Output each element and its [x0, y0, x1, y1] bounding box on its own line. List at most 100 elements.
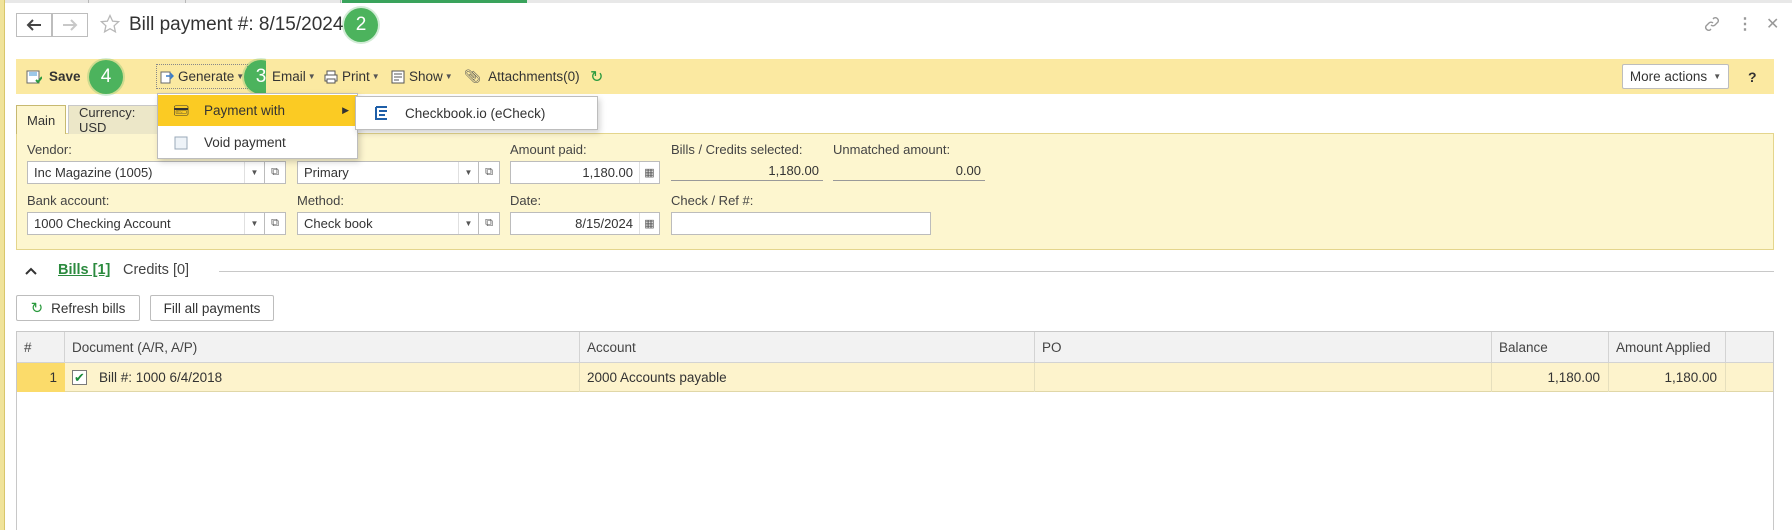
unmatched-value: 0.00: [833, 161, 985, 181]
left-edge-bar: [0, 0, 5, 530]
section-divider: [219, 271, 1774, 272]
date-field[interactable]: 8/15/2024 ▦: [510, 212, 660, 235]
column-header-document[interactable]: Document (A/R, A/P): [65, 332, 580, 363]
printer-icon: [324, 70, 338, 83]
menu-item-payment-with[interactable]: 💳︎ Payment with ▶: [158, 95, 357, 126]
checkbook-icon: [356, 105, 405, 121]
more-actions-label: More actions: [1629, 69, 1708, 84]
submenu-arrow-icon: ▶: [342, 105, 349, 115]
tab-credits[interactable]: Credits [0]: [123, 262, 189, 278]
tab-separator: [185, 0, 186, 3]
step-badge: 2: [344, 8, 378, 42]
refresh-icon: ↻: [30, 300, 44, 317]
dropdown-arrow-icon[interactable]: ▼: [244, 213, 264, 234]
row-amount-applied[interactable]: 1,180.00: [1609, 363, 1726, 392]
generate-button[interactable]: Generate ▼: [156, 64, 249, 89]
generate-icon: [160, 71, 174, 83]
column-header-amount-applied[interactable]: Amount Applied: [1609, 332, 1726, 363]
email-label: Email: [272, 69, 306, 84]
tab-bills[interactable]: Bills [1]: [58, 262, 110, 278]
back-button[interactable]: [16, 13, 52, 37]
tab-separator: [88, 0, 89, 3]
print-button[interactable]: Print ▼: [324, 59, 380, 94]
save-label: Save: [49, 69, 81, 84]
refresh-bills-label: Refresh bills: [51, 300, 126, 316]
row-po[interactable]: [1035, 363, 1492, 392]
open-method-icon[interactable]: ⧉: [478, 212, 500, 235]
column-header-account[interactable]: Account: [580, 332, 1035, 363]
more-actions-button[interactable]: More actions ▼: [1622, 64, 1729, 89]
help-button[interactable]: ?: [1748, 59, 1757, 94]
row-document: Bill #: 1000 6/4/2018: [99, 370, 223, 385]
open-vendor-icon[interactable]: ⧉: [264, 161, 286, 184]
column-header-number[interactable]: #: [17, 332, 65, 363]
close-icon[interactable]: ✕: [1766, 14, 1779, 34]
method-value: Check book: [304, 216, 373, 231]
row-number: 1: [17, 363, 65, 392]
attachments-label: Attachments(0): [488, 69, 580, 84]
date-value: 8/15/2024: [575, 216, 633, 231]
method-label: Method:: [297, 193, 344, 208]
dropdown-arrow-icon[interactable]: ▼: [244, 162, 264, 183]
refresh-bills-button[interactable]: ↻ Refresh bills: [16, 295, 140, 321]
vendor-label: Vendor:: [27, 142, 72, 157]
caret-down-icon: ▼: [1713, 72, 1722, 81]
date-label: Date:: [510, 193, 542, 208]
menu-item-void-payment[interactable]: Void payment: [158, 127, 357, 158]
row-balance: 1,180.00: [1492, 363, 1609, 392]
method-field[interactable]: Check book ▼: [297, 212, 479, 235]
bills-selected-value: 1,180.00: [671, 161, 823, 181]
void-payment-label: Void payment: [204, 135, 286, 150]
row-account[interactable]: 2000 Accounts payable: [580, 363, 1035, 392]
paperclip-icon: 📎︎: [464, 68, 482, 84]
save-button[interactable]: Save: [26, 59, 81, 94]
page-title: Bill payment #: 8/15/2024: [129, 14, 344, 35]
amount-paid-field[interactable]: 1,180.00 ▦: [510, 161, 660, 184]
show-icon: [391, 70, 405, 83]
check-ref-label: Check / Ref #:: [671, 193, 754, 208]
vendor-value: Inc Magazine (1005): [34, 165, 153, 180]
payment-with-submenu[interactable]: Checkbook.io (eCheck): [355, 96, 598, 130]
tab-currency[interactable]: Currency: USD: [68, 105, 164, 134]
checkbook-label: Checkbook.io (eCheck): [405, 105, 546, 121]
check-ref-field[interactable]: [671, 212, 931, 235]
column-header-po[interactable]: PO: [1035, 332, 1492, 363]
row-checkbox[interactable]: ✔: [72, 370, 87, 385]
payment-icon: 💳︎: [172, 102, 190, 118]
dropdown-arrow-icon[interactable]: ▼: [458, 162, 478, 183]
show-button[interactable]: Show ▼: [391, 59, 453, 94]
amount-paid-value: 1,180.00: [582, 165, 633, 180]
open-bank-account-icon[interactable]: ⧉: [264, 212, 286, 235]
payment-with-label: Payment with: [204, 103, 286, 118]
step-badge: 4: [89, 60, 123, 94]
show-label: Show: [409, 69, 443, 84]
active-window-tab[interactable]: [342, 0, 527, 3]
column-header-balance[interactable]: Balance: [1492, 332, 1609, 363]
open-contact-icon[interactable]: ⧉: [478, 161, 500, 184]
calculator-icon[interactable]: ▦: [639, 162, 659, 183]
forward-button[interactable]: [52, 13, 88, 37]
email-button[interactable]: Email ▼: [266, 59, 316, 94]
caret-down-icon: ▼: [444, 72, 453, 81]
vendor-field[interactable]: Inc Magazine (1005) ▼: [27, 161, 265, 184]
bank-account-value: 1000 Checking Account: [34, 216, 171, 231]
collapse-chevron-icon[interactable]: [24, 264, 38, 281]
tab-main[interactable]: Main: [16, 105, 66, 134]
bank-account-field[interactable]: 1000 Checking Account ▼: [27, 212, 265, 235]
calendar-icon[interactable]: ▦: [639, 213, 659, 234]
link-icon[interactable]: [1704, 16, 1720, 37]
refresh-icon[interactable]: ↻: [590, 59, 603, 94]
contact-field[interactable]: Primary ▼: [297, 161, 479, 184]
generate-label: Generate: [178, 69, 235, 84]
attachments-button[interactable]: 📎︎ Attachments(0): [464, 59, 580, 94]
dropdown-arrow-icon[interactable]: ▼: [458, 213, 478, 234]
save-icon: [26, 70, 42, 83]
window-tab-strip: [0, 0, 1792, 3]
favorite-star-icon[interactable]: [99, 13, 121, 37]
fill-all-payments-button[interactable]: Fill all payments: [150, 295, 274, 321]
row-document-cell[interactable]: ✔ Bill #: 1000 6/4/2018: [65, 363, 580, 392]
more-menu-icon[interactable]: ⋮: [1737, 14, 1753, 34]
bills-selected-label: Bills / Credits selected:: [671, 142, 803, 157]
arrow-left-icon: [26, 19, 41, 31]
contact-value: Primary: [304, 165, 349, 180]
